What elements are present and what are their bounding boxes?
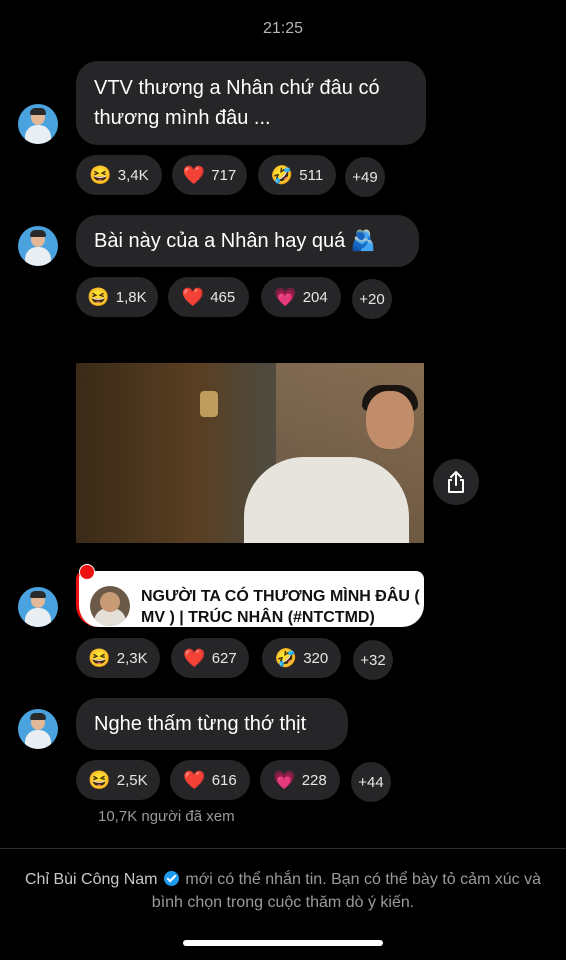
reaction-chip[interactable]: 🤣 511 (258, 155, 336, 195)
reaction-chip[interactable]: ❤️ 465 (168, 277, 249, 317)
more-reactions-button[interactable]: +32 (353, 640, 393, 680)
reaction-chip[interactable]: ❤️ 717 (172, 155, 247, 195)
reaction-count: 2,3K (116, 649, 148, 667)
video-thumbnail[interactable] (76, 363, 424, 543)
red-heart-emoji-icon: ❤️ (183, 770, 206, 790)
grinning-squint-emoji-icon: 😆 (88, 648, 111, 668)
grinning-squint-emoji-icon: 😆 (87, 287, 110, 307)
home-indicator[interactable] (183, 940, 383, 946)
reaction-chip[interactable]: ❤️ 627 (171, 638, 249, 678)
rofl-emoji-icon: 🤣 (270, 165, 294, 185)
rofl-emoji-icon: 🤣 (274, 648, 298, 668)
status-time: 21:25 (262, 20, 304, 37)
more-reactions-button[interactable]: +20 (352, 279, 392, 319)
channel-owner-name: Chỉ Bùi Công Nam (25, 871, 158, 888)
reaction-count: 228 (301, 771, 327, 789)
sender-avatar[interactable] (18, 587, 58, 627)
reaction-chip[interactable]: 😆 1,8K (76, 277, 158, 317)
channel-thumbnail (90, 586, 130, 626)
grinning-squint-emoji-icon: 😆 (88, 770, 111, 790)
reaction-count: 1,8K (115, 288, 147, 306)
sender-avatar[interactable] (18, 226, 58, 266)
red-heart-emoji-icon: ❤️ (181, 287, 205, 307)
pink-heart-emoji-icon: 💗 (274, 287, 297, 307)
reaction-count: 3,4K (117, 166, 149, 184)
share-icon (448, 471, 464, 493)
messaging-restriction-note: Chỉ Bùi Công Nam mới có thể nhắn tin. Bạ… (24, 868, 542, 914)
sender-avatar[interactable] (18, 709, 58, 749)
reaction-count: 2,5K (116, 771, 148, 789)
reaction-count: 204 (302, 288, 328, 306)
share-button[interactable] (433, 459, 479, 505)
message-bubble[interactable]: VTV thương a Nhân chứ đâu có thương mình… (76, 61, 426, 145)
reaction-count: 465 (210, 288, 236, 306)
viewer-count: 10,7K người đã xem (98, 808, 235, 825)
reaction-count: 627 (211, 649, 237, 667)
link-title: NGƯỜI TA CÓ THƯƠNG MÌNH ĐÂU ( MV ) | TRÚ… (141, 588, 420, 626)
more-reactions-button[interactable]: +49 (345, 157, 385, 197)
pink-heart-emoji-icon: 💗 (273, 770, 296, 790)
grinning-squint-emoji-icon: 😆 (89, 165, 112, 185)
reaction-count: 511 (299, 166, 324, 184)
reaction-chip[interactable]: 😆 2,5K (76, 760, 160, 800)
reaction-count: 616 (211, 771, 237, 789)
red-heart-emoji-icon: ❤️ (182, 165, 206, 185)
message-bubble[interactable]: Nghe thấm từng thớ thịt (76, 698, 348, 750)
message-bubble[interactable]: Bài này của a Nhân hay quá 🫂 (76, 215, 419, 267)
reaction-chip[interactable]: ❤️ 616 (170, 760, 250, 800)
link-preview-card[interactable]: NGƯỜI TA CÓ THƯƠNG MÌNH ĐÂU ( MV ) | TRÚ… (76, 564, 424, 627)
reaction-count: 320 (303, 649, 329, 667)
divider (0, 848, 566, 849)
restriction-text: mới có thể nhắn tin. Bạn có thể bày tỏ c… (151, 871, 541, 911)
reaction-chip[interactable]: 💗 204 (261, 277, 341, 317)
reaction-chip[interactable]: 😆 3,4K (76, 155, 162, 195)
reaction-chip[interactable]: 💗 228 (260, 760, 340, 800)
red-heart-emoji-icon: ❤️ (183, 648, 206, 668)
sender-avatar[interactable] (18, 104, 58, 144)
reaction-chip[interactable]: 🤣 320 (262, 638, 341, 678)
reaction-chip[interactable]: 😆 2,3K (76, 638, 160, 678)
verified-badge-icon (163, 871, 179, 886)
more-reactions-button[interactable]: +44 (351, 762, 391, 802)
live-dot-icon (79, 564, 95, 580)
reaction-count: 717 (211, 166, 237, 184)
